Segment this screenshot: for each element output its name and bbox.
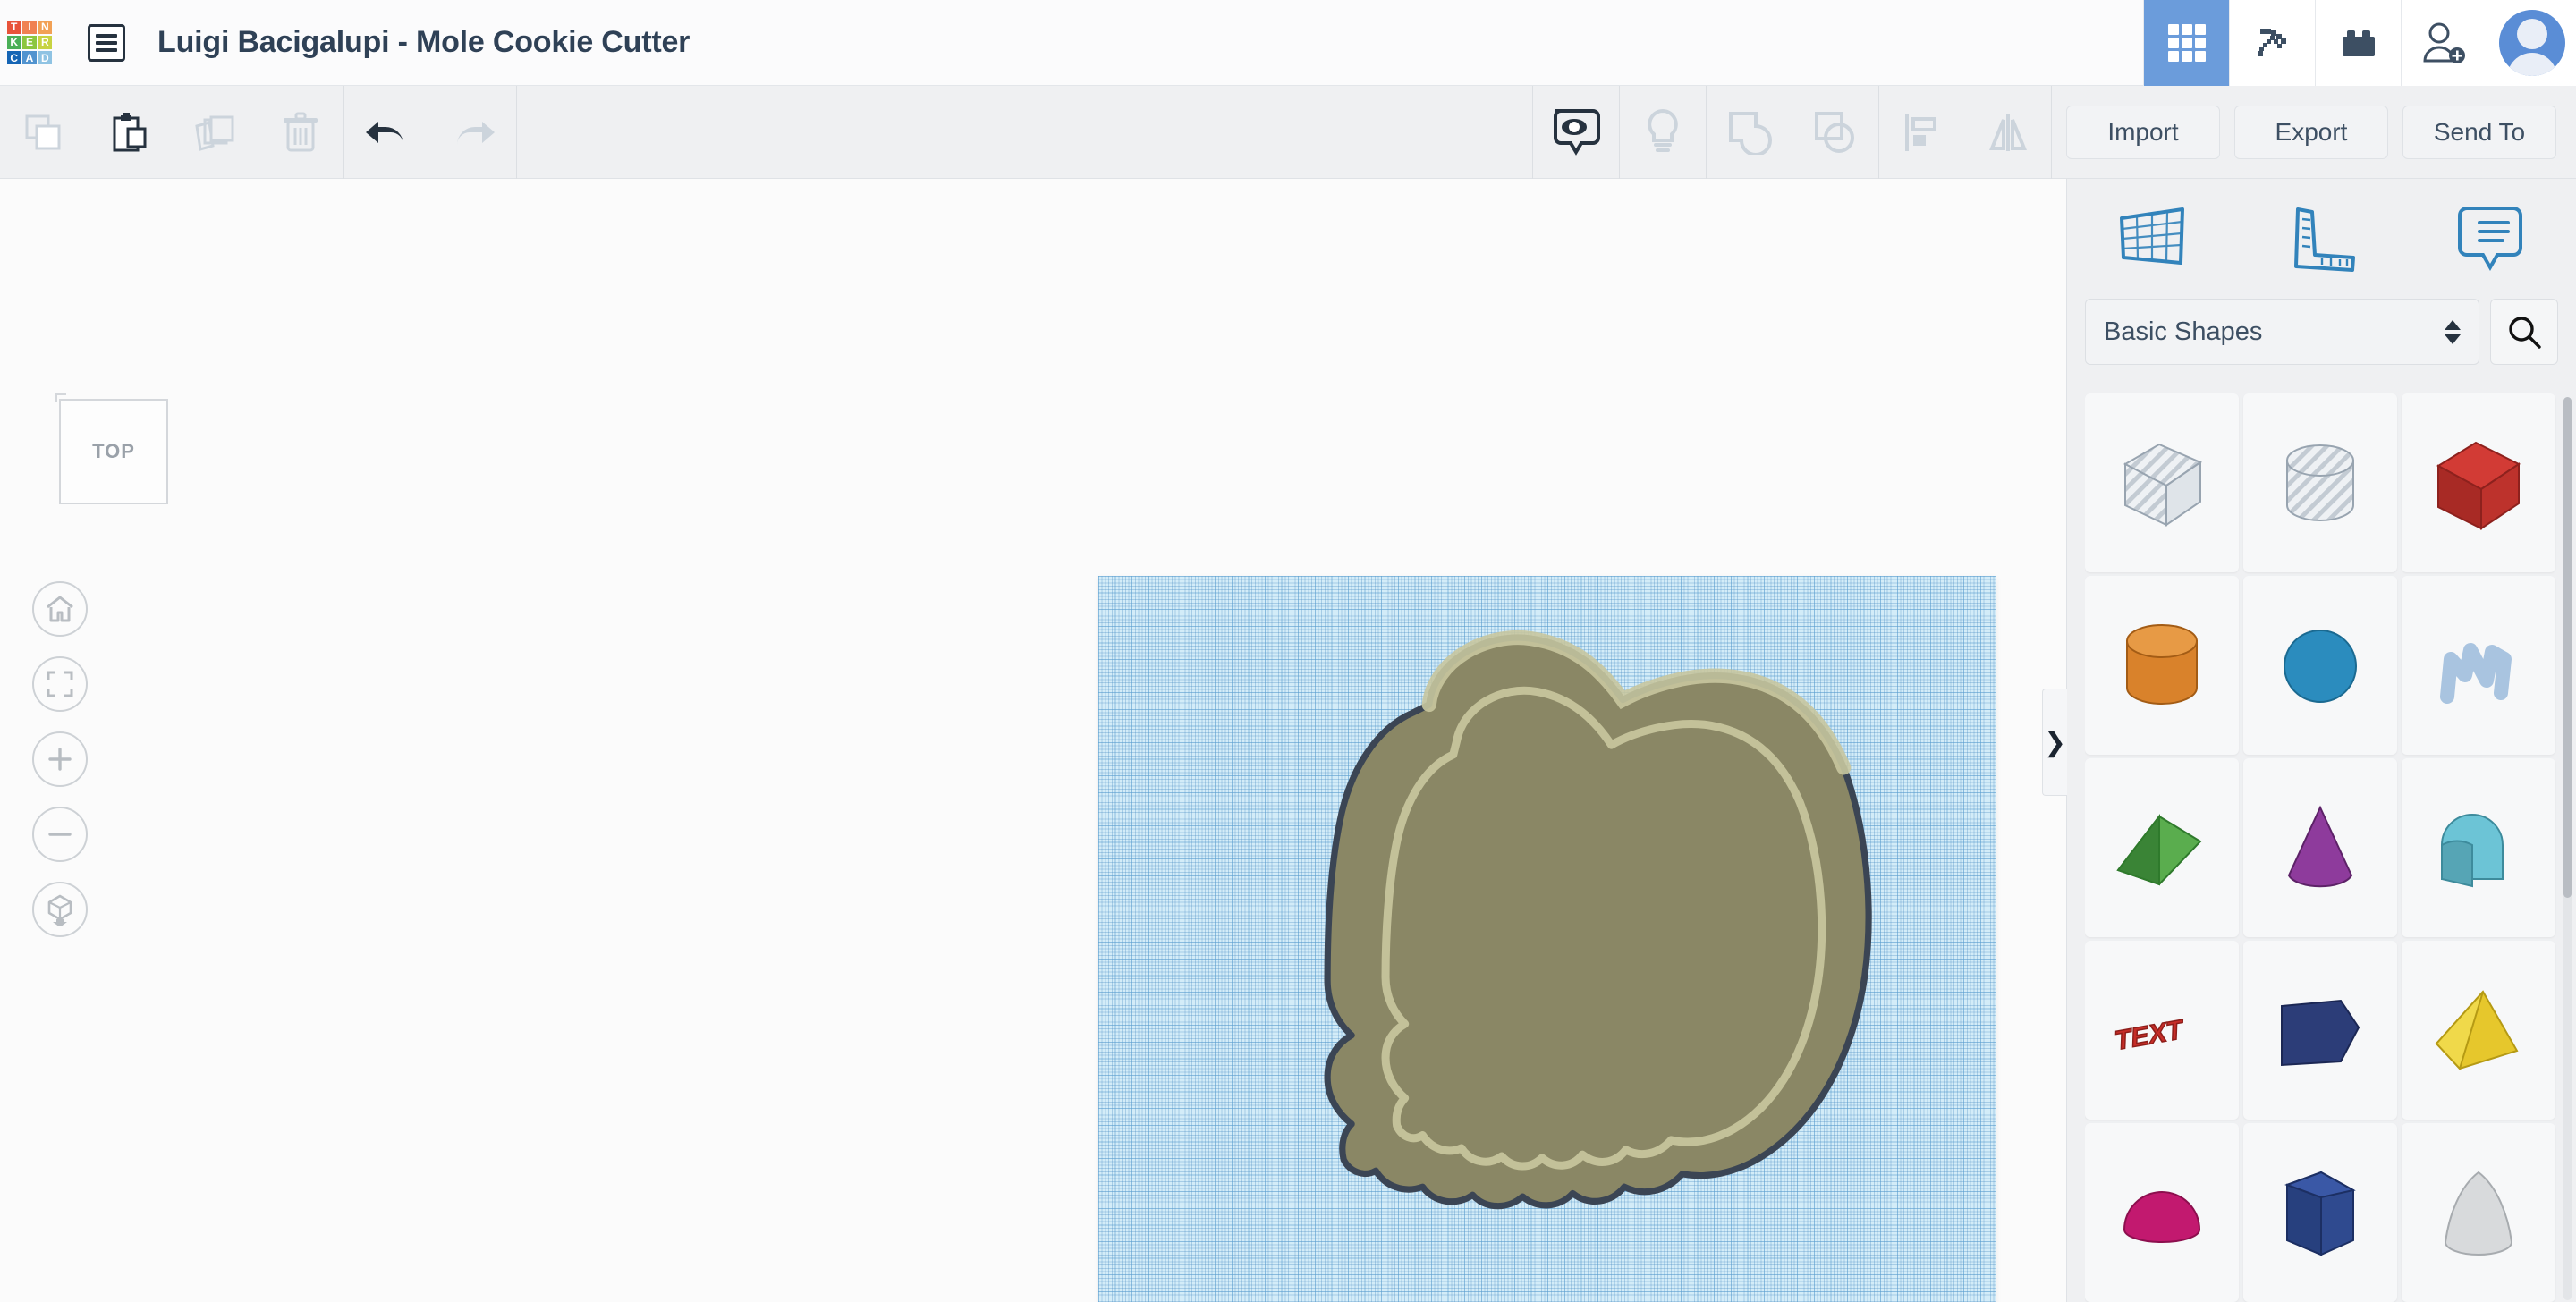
text-shape[interactable]: TEXT xyxy=(2085,941,2239,1120)
delete-icon[interactable] xyxy=(258,86,343,179)
spinner-arrows-icon xyxy=(2445,319,2461,344)
design-canvas[interactable]: Workplane TOP xyxy=(0,179,2066,1302)
align-icon[interactable] xyxy=(1879,86,1965,179)
export-button[interactable]: Export xyxy=(2234,105,2388,159)
zoom-in-button[interactable] xyxy=(32,731,88,787)
show-hide-icon[interactable] xyxy=(1533,86,1619,179)
toolbar-divider xyxy=(2051,85,2052,179)
logo-tile-a-7: A xyxy=(22,51,37,65)
hexagonal-prism-shape[interactable] xyxy=(2243,1123,2397,1302)
scrollbar-thumb[interactable] xyxy=(2563,397,2572,898)
panel-search-row: Basic Shapes xyxy=(2067,299,2576,365)
shape-gallery-scrollbar[interactable] xyxy=(2563,397,2572,1300)
shape-category-value: Basic Shapes xyxy=(2104,317,2263,346)
scribble-shape[interactable] xyxy=(2402,576,2555,755)
pyramid-shape[interactable] xyxy=(2402,941,2555,1120)
logo-tile-n-2: N xyxy=(38,20,52,34)
light-bulb-icon[interactable] xyxy=(1620,86,1706,179)
header-actions xyxy=(2143,0,2576,86)
logo-tile-e-4: E xyxy=(22,35,37,50)
cone-shape[interactable] xyxy=(2243,758,2397,937)
blocks-grid-icon[interactable] xyxy=(2143,0,2229,86)
logo-tile-i-1: I xyxy=(22,20,37,34)
documents-list-icon[interactable] xyxy=(88,23,125,62)
group-icon[interactable] xyxy=(1707,86,1792,179)
navigation-controls xyxy=(32,581,88,957)
view-cube[interactable]: TOP xyxy=(55,393,168,504)
logo-tile-c-6: C xyxy=(7,51,21,65)
zoom-out-button[interactable] xyxy=(32,807,88,862)
paraboloid-shape[interactable] xyxy=(2402,1123,2555,1302)
sphere-shape[interactable] xyxy=(2243,576,2397,755)
redo-icon[interactable] xyxy=(430,86,516,179)
ruler-tool-icon[interactable] xyxy=(2254,190,2388,288)
duplicate-icon[interactable] xyxy=(172,86,258,179)
toolbar-divider xyxy=(516,85,517,179)
home-view-button[interactable] xyxy=(32,581,88,637)
lego-brick-icon[interactable] xyxy=(2315,0,2401,86)
logo-tile-t-0: T xyxy=(7,20,21,34)
logo-tile-d-8: D xyxy=(38,51,52,65)
ortho-perspective-button[interactable] xyxy=(32,882,88,937)
panel-tool-tabs xyxy=(2067,179,2576,299)
round-roof-shape[interactable] xyxy=(2402,758,2555,937)
mirror-icon[interactable] xyxy=(1965,86,2051,179)
logo-tile-k-3: K xyxy=(7,35,21,50)
roof-shape[interactable] xyxy=(2085,758,2239,937)
search-icon[interactable] xyxy=(2490,299,2558,365)
avatar[interactable] xyxy=(2487,0,2576,86)
shapes-panel: ❯ Basic Shapes TEXT xyxy=(2042,179,2576,1302)
box-shape[interactable] xyxy=(2402,393,2555,572)
half-sphere-shape[interactable] xyxy=(2085,1123,2239,1302)
notes-tool-icon[interactable] xyxy=(2424,190,2558,288)
shape-category-select[interactable]: Basic Shapes xyxy=(2085,299,2479,365)
import-button[interactable]: Import xyxy=(2066,105,2220,159)
page-title: Luigi Bacigalupi - Mole Cookie Cutter xyxy=(157,25,691,59)
app-header: TIN KER CAD Luigi Bacigalupi - Mole Cookie… xyxy=(0,0,2576,86)
fit-to-view-button[interactable] xyxy=(32,656,88,712)
copy-icon[interactable] xyxy=(0,86,86,179)
send-to-button[interactable]: Send To xyxy=(2402,105,2556,159)
svg-text:TEXT: TEXT xyxy=(2114,1015,2183,1057)
logo-tile-r-5: R xyxy=(38,35,52,50)
chevron-right-icon[interactable]: ❯ xyxy=(2042,689,2067,796)
workplane-tool-icon[interactable] xyxy=(2085,190,2219,288)
invite-person-icon[interactable] xyxy=(2401,0,2487,86)
box-hole-shape[interactable] xyxy=(2085,393,2239,572)
undo-icon[interactable] xyxy=(344,86,430,179)
ungroup-icon[interactable] xyxy=(1792,86,1878,179)
minecraft-pickaxe-icon[interactable] xyxy=(2229,0,2315,86)
tinkercad-logo[interactable]: TIN KER CAD xyxy=(7,20,52,65)
shape-gallery[interactable]: TEXT xyxy=(2085,393,2557,1302)
main-toolbar: Import Export Send To xyxy=(0,85,2576,179)
polygon-shape[interactable] xyxy=(2243,941,2397,1120)
cylinder-hole-shape[interactable] xyxy=(2243,393,2397,572)
cylinder-shape[interactable] xyxy=(2085,576,2239,755)
workplane-grid[interactable] xyxy=(1098,576,1996,1302)
paste-icon[interactable] xyxy=(86,86,172,179)
